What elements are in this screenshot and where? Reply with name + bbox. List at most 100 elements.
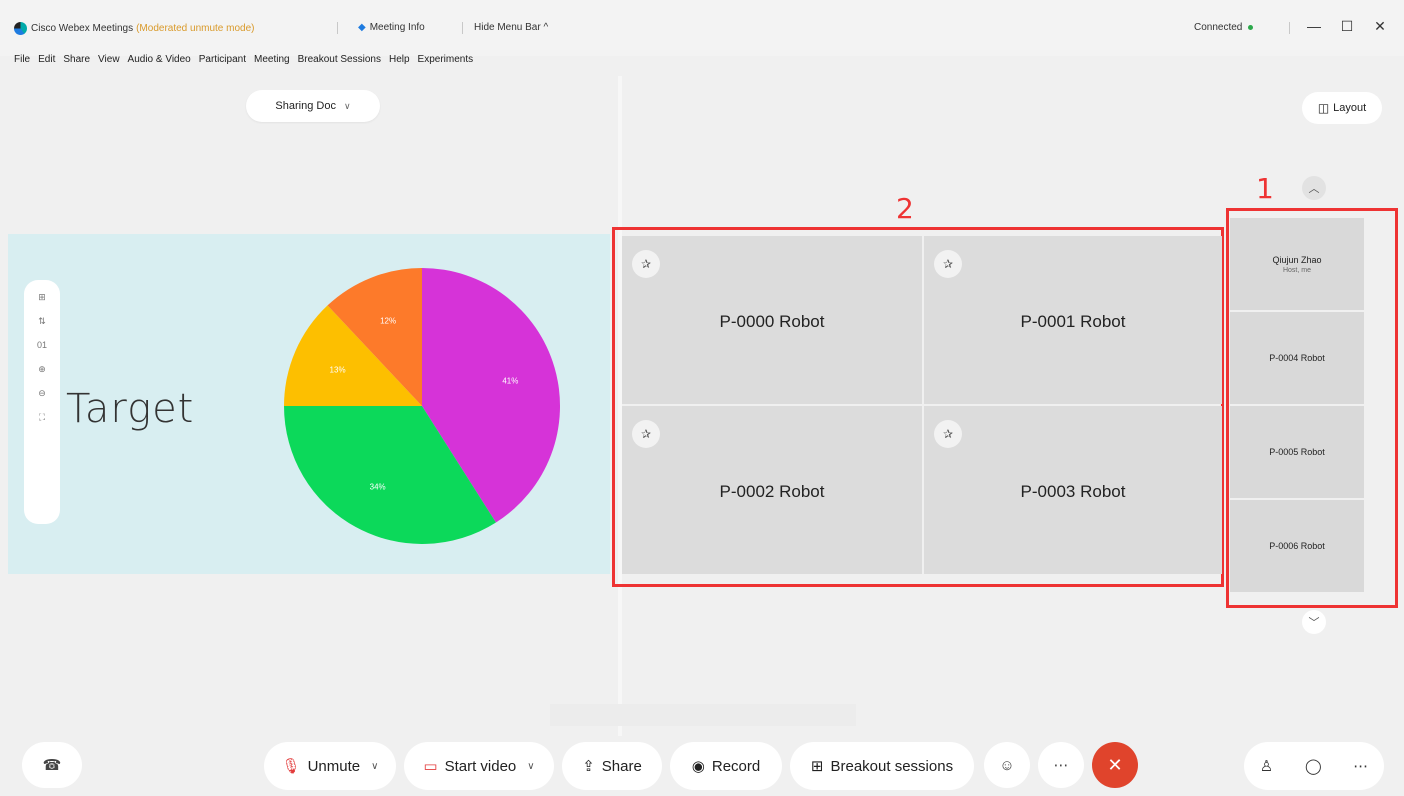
chevron-up-icon: ︿ xyxy=(1308,183,1320,195)
sharing-doc-dropdown[interactable]: Sharing Doc ∨ xyxy=(246,90,380,122)
hide-menu-bar-button[interactable]: Hide Menu Bar ^ xyxy=(474,22,548,33)
title-bar: Cisco Webex Meetings (Moderated unmute m… xyxy=(0,0,1404,56)
layout-label: Layout xyxy=(1333,102,1367,114)
title-separator xyxy=(462,22,463,34)
video-tile[interactable]: ✰ P-0003 Robot xyxy=(924,406,1222,574)
layout-icon: ◫ xyxy=(1317,101,1330,115)
participants-icon[interactable]: ♙ xyxy=(1260,757,1273,775)
layout-button[interactable]: ◫ Layout xyxy=(1302,92,1382,124)
app-title: Cisco Webex Meetings (Moderated unmute m… xyxy=(14,22,255,35)
host-role: Host, me xyxy=(1282,266,1311,274)
more-panels-icon[interactable]: ⋯ xyxy=(1353,757,1368,775)
participant-name: P-0003 Robot xyxy=(1020,482,1126,501)
scroll-up-button[interactable]: ︿ xyxy=(1302,176,1326,200)
share-label: Share xyxy=(601,757,642,775)
title-separator xyxy=(1289,22,1290,34)
menu-help[interactable]: Help xyxy=(389,54,410,70)
panel-buttons: ♙ ◯ ⋯ xyxy=(1244,742,1384,790)
menu-bar: File Edit Share View Audio & Video Parti… xyxy=(14,54,473,70)
connection-status-text: Connected xyxy=(1194,22,1243,33)
fullscreen-icon[interactable]: ⛶ xyxy=(39,410,45,424)
filmstrip-tile[interactable]: P-0006 Robot xyxy=(1230,500,1364,592)
video-tile[interactable]: ✰ P-0001 Robot xyxy=(924,236,1222,404)
filmstrip-tile[interactable]: P-0004 Robot xyxy=(1230,312,1364,404)
video-tile[interactable]: ✰ P-0000 Robot xyxy=(622,236,922,404)
chevron-down-icon[interactable]: ∨ xyxy=(371,761,378,772)
reactions-button[interactable]: ☺ xyxy=(984,742,1030,788)
minimize-button[interactable]: — xyxy=(1302,14,1326,38)
video-connection-button[interactable]: ☎ xyxy=(22,742,82,788)
chevron-down-icon: ∨ xyxy=(343,100,351,111)
meeting-info-button[interactable]: ◆ Meeting Info xyxy=(358,22,425,33)
connected-dot-icon xyxy=(1248,25,1254,30)
filmstrip-tile-host[interactable]: Qiujun Zhao Host, me xyxy=(1230,218,1364,310)
menu-participant[interactable]: Participant xyxy=(199,54,246,70)
strip-marker-number: 1 xyxy=(1256,172,1274,205)
chat-icon[interactable]: ◯ xyxy=(1305,757,1322,775)
pie-slice-label: 13% xyxy=(330,365,346,374)
pin-icon[interactable]: ✰ xyxy=(632,250,660,278)
menu-breakout-sessions[interactable]: Breakout Sessions xyxy=(298,54,381,70)
pin-icon[interactable]: ✰ xyxy=(934,250,962,278)
host-name: Qiujun Zhao xyxy=(1272,254,1322,265)
more-options-button[interactable]: ⋯ xyxy=(1038,742,1084,788)
unmute-label: Unmute xyxy=(307,757,361,775)
menu-audio-video[interactable]: Audio & Video xyxy=(128,54,191,70)
sharing-doc-label: Sharing Doc xyxy=(275,100,336,112)
close-window-button[interactable]: ✕ xyxy=(1368,14,1392,38)
hidden-tooltip-bar xyxy=(550,704,856,726)
breakout-sessions-label: Breakout sessions xyxy=(830,757,954,775)
zoom-out-icon[interactable]: ⊖ xyxy=(38,386,46,400)
record-button[interactable]: ◉ Record xyxy=(670,742,782,790)
pin-icon[interactable]: ✰ xyxy=(934,420,962,448)
menu-experiments[interactable]: Experiments xyxy=(418,54,474,70)
zoom-toolbar: ⊞ ⇅ 01 ⊕ ⊖ ⛶ xyxy=(24,280,60,524)
pie-slice-label: 34% xyxy=(370,483,386,492)
record-label: Record xyxy=(711,757,761,775)
share-button[interactable]: ⇪ Share xyxy=(562,742,662,790)
end-meeting-button[interactable]: ✕ xyxy=(1092,742,1138,788)
menu-file[interactable]: File xyxy=(14,54,30,70)
sync-icon[interactable]: ⇅ xyxy=(38,314,46,328)
breakout-icon: ⊞ xyxy=(810,758,824,775)
record-icon: ◉ xyxy=(691,758,705,775)
participant-name: P-0002 Robot xyxy=(719,482,825,501)
participant-name: P-0006 Robot xyxy=(1269,541,1325,551)
filmstrip-tile[interactable]: P-0005 Robot xyxy=(1230,406,1364,498)
close-icon: ✕ xyxy=(1107,754,1123,775)
info-shield-icon: ◆ xyxy=(358,22,366,33)
moderated-mode-label: (Moderated unmute mode) xyxy=(136,23,255,34)
emoji-icon: ☺ xyxy=(999,756,1015,774)
title-separator xyxy=(337,22,338,34)
start-video-button[interactable]: ▭ Start video ∨ xyxy=(404,742,554,790)
pin-icon[interactable]: ✰ xyxy=(632,420,660,448)
menu-share[interactable]: Share xyxy=(63,54,90,70)
start-video-label: Start video xyxy=(444,757,517,775)
scroll-down-button[interactable]: ﹀ xyxy=(1302,610,1326,634)
page-number: 01 xyxy=(36,340,47,350)
menu-view[interactable]: View xyxy=(98,54,120,70)
ellipsis-icon: ⋯ xyxy=(1053,757,1069,774)
hide-menu-bar-label: Hide Menu Bar ^ xyxy=(474,22,549,33)
video-off-icon: ▭ xyxy=(423,758,438,775)
pie-slice-label: 41% xyxy=(502,376,518,385)
grid-marker-number: 2 xyxy=(896,192,914,225)
webex-logo-icon xyxy=(14,22,27,35)
app-title-text: Cisco Webex Meetings xyxy=(31,23,134,34)
video-tile[interactable]: ✰ P-0002 Robot xyxy=(622,406,922,574)
microphone-muted-icon: 🎙 xyxy=(281,758,301,775)
menu-edit[interactable]: Edit xyxy=(38,54,55,70)
participant-name: P-0004 Robot xyxy=(1269,353,1325,363)
pie-chart: 41% 34% 13% 12% xyxy=(284,268,560,544)
menu-meeting[interactable]: Meeting xyxy=(254,54,290,70)
breakout-sessions-button[interactable]: ⊞ Breakout sessions xyxy=(790,742,974,790)
chevron-down-icon[interactable]: ∨ xyxy=(527,761,534,772)
fit-page-icon[interactable]: ⊞ xyxy=(38,290,46,304)
zoom-in-icon[interactable]: ⊕ xyxy=(38,362,46,376)
participant-name: P-0001 Robot xyxy=(1020,312,1126,331)
maximize-button[interactable]: ☐ xyxy=(1335,14,1359,38)
participant-name: P-0000 Robot xyxy=(719,312,825,331)
chevron-down-icon: ﹀ xyxy=(1308,617,1320,629)
unmute-button[interactable]: 🎙 Unmute ∨ xyxy=(264,742,396,790)
share-icon: ⇪ xyxy=(582,758,595,775)
